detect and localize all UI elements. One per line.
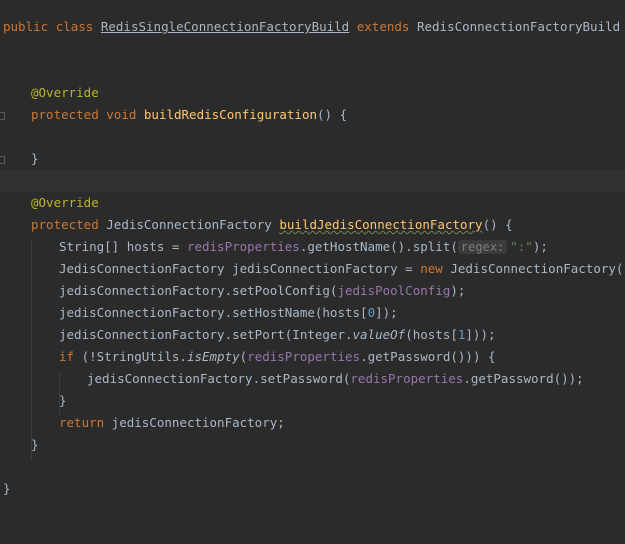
static-method[interactable]: isEmpty (187, 349, 240, 364)
code-text: ); (532, 239, 548, 254)
code-text: jedisConnectionFactory.setPassword( (87, 371, 351, 386)
field-ref[interactable]: jedisPoolConfig (337, 283, 450, 298)
code-text: JedisConnectionFactory jedisConnectionFa… (59, 261, 421, 276)
code-text: ); (450, 283, 466, 298)
annotation: @Override (31, 195, 99, 210)
code-text: jedisConnectionFactory.setHostName(hosts… (59, 305, 368, 320)
code-text: String[] hosts = (59, 239, 187, 254)
brace: } (31, 437, 39, 452)
code-text: () { (317, 107, 348, 122)
return-type[interactable]: JedisConnectionFactory (106, 217, 272, 232)
string-literal: ":" (510, 239, 533, 254)
code-line-19: return jedisConnectionFactory; (0, 412, 625, 434)
code-text: .getHostName().split( (299, 239, 458, 254)
number-literal: 0 (367, 305, 376, 320)
code-text: jedisConnectionFactory; (104, 415, 285, 430)
brace: } (31, 151, 39, 166)
code-line-4: @Override (0, 82, 625, 104)
code-line-12: JedisConnectionFactory jedisConnectionFa… (0, 258, 625, 280)
code-text: ])); (465, 327, 496, 342)
code-line-17: jedisConnectionFactory.setPassword(redis… (0, 368, 625, 390)
code-text: jedisConnectionFactory.setPort(Integer. (59, 327, 353, 342)
keyword: protected (31, 217, 99, 232)
field-ref[interactable]: redisProperties (187, 239, 300, 254)
code-line-7: } (0, 148, 625, 170)
code-line-20: } (0, 434, 625, 456)
code-text: (!StringUtils. (74, 349, 187, 364)
current-line[interactable] (0, 170, 625, 192)
code-line-13: jedisConnectionFactory.setPoolConfig(jed… (0, 280, 625, 302)
class-name[interactable]: RedisSingleConnectionFactoryBuild (101, 19, 349, 34)
code-text: .getPassword()); (463, 371, 584, 386)
code-line-9: @Override (0, 192, 625, 214)
code-editor[interactable]: public class RedisSingleConnectionFactor… (0, 0, 625, 506)
keyword: void (106, 107, 137, 122)
code-text: .getPassword())) { (360, 349, 496, 364)
keyword: extends (356, 19, 410, 34)
code-line-5: protected void buildRedisConfiguration()… (0, 104, 625, 126)
parameter-hint: regex: (457, 240, 508, 254)
code-text: ]); (375, 305, 398, 320)
brace: } (3, 481, 11, 496)
field-ref[interactable]: redisProperties (350, 371, 463, 386)
code-text: JedisConnectionFactory(); (442, 261, 625, 276)
code-line-16: if (!StringUtils.isEmpty(redisProperties… (0, 346, 625, 368)
code-text: (hosts[ (405, 327, 458, 342)
brace: } (59, 393, 67, 408)
code-line-18: } (0, 390, 625, 412)
code-line-15: jedisConnectionFactory.setPort(Integer.v… (0, 324, 625, 346)
method-name[interactable]: buildJedisConnectionFactory (279, 217, 482, 232)
code-line-22: } (0, 478, 625, 500)
keyword: if (59, 349, 75, 364)
field-ref[interactable]: redisProperties (247, 349, 360, 364)
code-line-10: protected JedisConnectionFactory buildJe… (0, 214, 625, 236)
keyword: protected (31, 107, 99, 122)
parent-class[interactable]: RedisConnectionFactoryBuild (417, 19, 620, 34)
keyword: new (420, 261, 443, 276)
code-line-11: String[] hosts = redisProperties.getHost… (0, 236, 625, 258)
code-line-1: public class RedisSingleConnectionFactor… (0, 16, 625, 38)
keyword: public (3, 19, 49, 34)
code-text: jedisConnectionFactory.setPoolConfig( (59, 283, 338, 298)
annotation: @Override (31, 85, 99, 100)
static-method[interactable]: valueOf (353, 327, 406, 342)
code-text: () { (482, 217, 513, 232)
keyword: class (55, 19, 94, 34)
keyword: return (59, 415, 105, 430)
code-line-14: jedisConnectionFactory.setHostName(hosts… (0, 302, 625, 324)
method-name[interactable]: buildRedisConfiguration (144, 107, 317, 122)
